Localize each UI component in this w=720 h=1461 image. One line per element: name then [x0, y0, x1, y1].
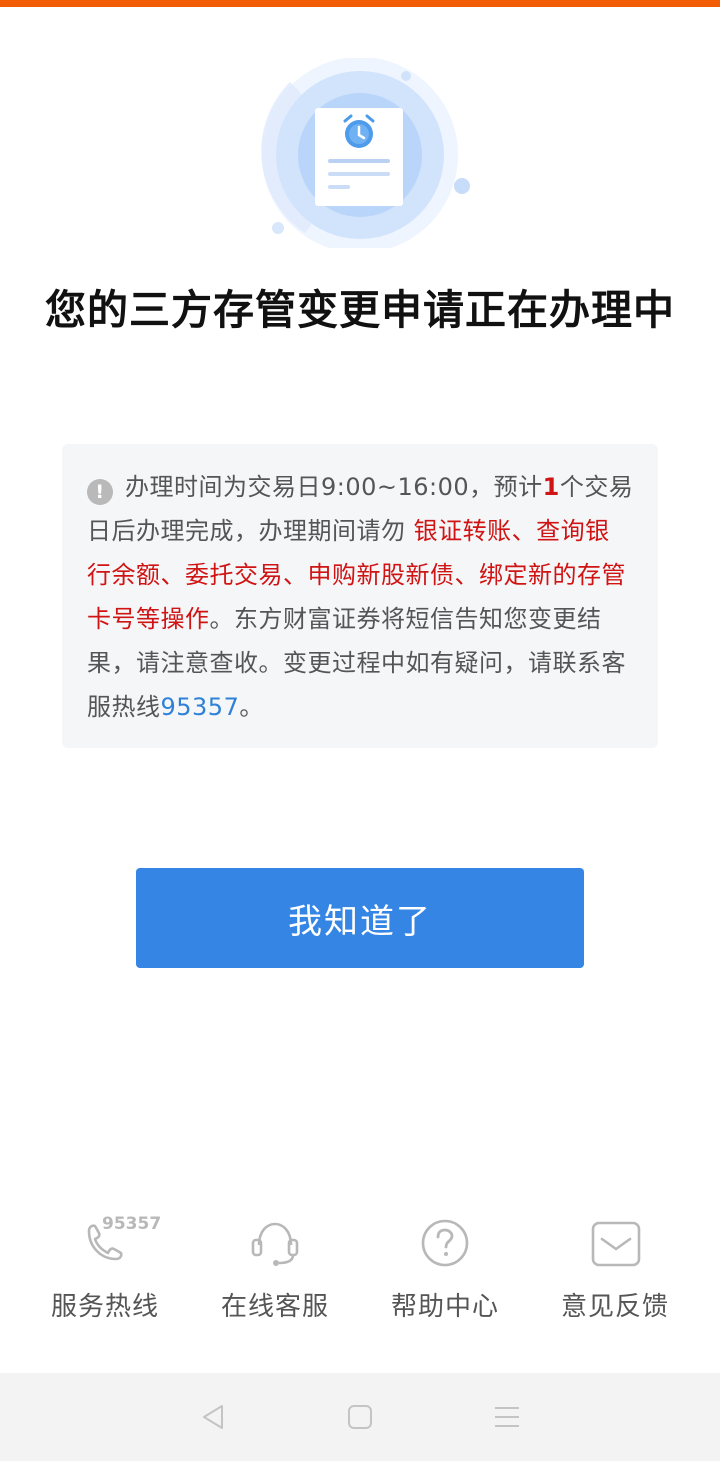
back-triangle-icon	[203, 1405, 224, 1429]
phone-icon: 95357	[65, 1210, 161, 1276]
back-nav-button[interactable]	[183, 1387, 243, 1447]
service-help-label: 帮助中心	[390, 1292, 499, 1322]
hotline-link[interactable]: 95357	[161, 693, 240, 721]
service-help[interactable]: 帮助中心	[360, 1210, 530, 1330]
service-feedback-label: 意见反馈	[560, 1292, 669, 1322]
service-online-label: 在线客服	[220, 1292, 329, 1322]
confirm-button[interactable]: 我知道了	[136, 868, 584, 968]
system-nav-bar	[0, 1373, 720, 1461]
notice-days-count: 1	[542, 473, 560, 501]
envelope-icon	[575, 1210, 655, 1276]
headset-icon	[235, 1210, 315, 1276]
service-hotline-label: 服务热线	[50, 1292, 159, 1322]
home-nav-button[interactable]	[330, 1387, 390, 1447]
home-square-icon	[347, 1405, 372, 1429]
menu-lines-icon	[494, 1407, 519, 1427]
question-circle-icon	[405, 1210, 485, 1276]
hotline-number-badge: 95357	[102, 1214, 162, 1234]
exclamation-circle-icon: !	[87, 479, 113, 505]
notice-text-4: 。	[239, 693, 264, 721]
page: 您的三方存管变更申请正在办理中 ! 办理时间为交易日9:00~16:00，预计1个…	[0, 0, 720, 1461]
service-hotline[interactable]: 95357 服务热线	[20, 1210, 190, 1330]
menu-nav-button[interactable]	[477, 1387, 537, 1447]
page-title: 您的三方存管变更申请正在办理中	[45, 286, 675, 334]
top-accent-bar	[0, 0, 720, 7]
service-online[interactable]: 在线客服	[190, 1210, 360, 1330]
service-feedback[interactable]: 意见反馈	[530, 1210, 700, 1330]
notice-box: ! 办理时间为交易日9:00~16:00，预计1个交易日后办理完成，办理期间请勿 …	[62, 444, 658, 748]
document-clock-illustration	[240, 57, 480, 253]
service-bar: 95357 服务热线 在线客服 帮助中心 意见反馈	[20, 1210, 700, 1330]
notice-text-1: 办理时间为交易日9:00~16:00，预计	[125, 473, 543, 501]
